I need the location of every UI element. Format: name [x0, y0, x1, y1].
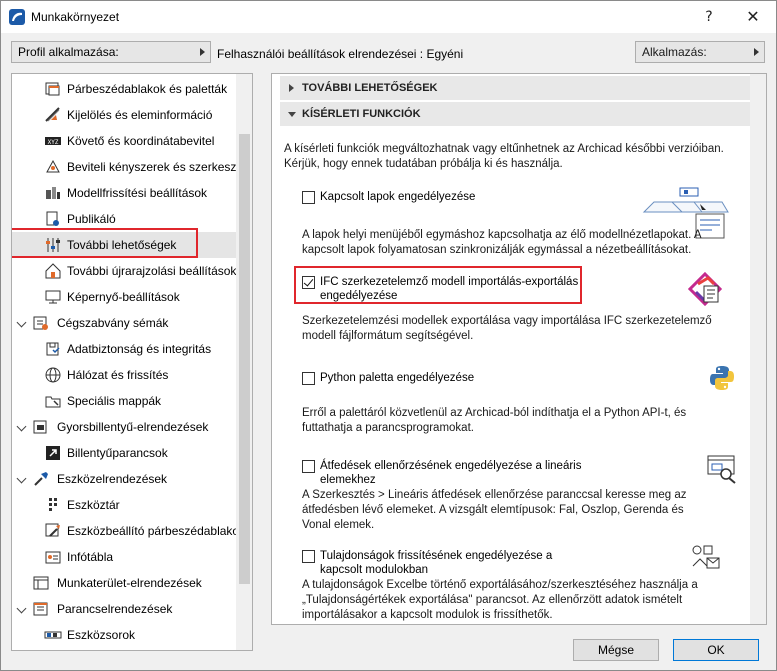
linked-tabs-description: A lapok helyi menüjéből egymáshoz kapcso…: [302, 229, 701, 256]
tree-item-special-folders[interactable]: Speciális mappák: [12, 388, 236, 414]
section-more-options-title: TOVÁBBI LEHETŐSÉGEK: [302, 82, 438, 94]
toolbars-icon: [44, 631, 62, 639]
tree-scrollbar-thumb[interactable]: [239, 134, 250, 584]
apply-label: Alkalmazás:: [642, 45, 707, 59]
tree-item-publisher[interactable]: Publikáló: [12, 206, 236, 232]
section-experimental-title: KÍSÉRLETI FUNKCIÓK: [302, 108, 421, 120]
tree-item-tracker[interactable]: XYZ Követő és koordinátabevitel: [12, 128, 236, 154]
model-update-icon: [46, 187, 60, 199]
svg-text:XYZ: XYZ: [48, 139, 59, 146]
overlap-check-description: A Szerkesztés > Lineáris átfedések ellen…: [302, 489, 687, 531]
cancel-button[interactable]: Mégse: [573, 639, 659, 661]
constraints-icon: [46, 159, 60, 173]
tree-item-data-safety[interactable]: Adatbiztonság és integritás: [12, 336, 236, 362]
property-update-description: A tulajdonságok Excelbe történő exportál…: [302, 579, 698, 621]
help-button[interactable]: ?: [689, 1, 729, 33]
apply-button[interactable]: Alkalmazás:: [635, 41, 765, 63]
ifc-structural-description: Szerkezetelemzési modellek exportálása v…: [302, 315, 712, 342]
chevron-down-icon[interactable]: [16, 421, 27, 432]
scheme-toolbar: Profil alkalmazása: Felhasználói beállít…: [1, 37, 776, 69]
keyboard-shortcuts-icon: [46, 446, 60, 460]
shortcut-schemes-icon: [33, 420, 47, 434]
ok-button[interactable]: OK: [673, 639, 759, 661]
chevron-down-icon[interactable]: [16, 473, 27, 484]
tree-item-workspace-schemes[interactable]: Munkaterület-elrendezések: [12, 570, 236, 596]
tree-scrollbar[interactable]: [236, 74, 252, 650]
tree-item-info-box[interactable]: Infótábla: [12, 544, 236, 570]
linked-tabs-checkbox[interactable]: [302, 191, 315, 204]
python-palette-checkbox[interactable]: [302, 372, 315, 385]
selection-icon: [45, 107, 60, 122]
tree-item-command-schemes[interactable]: Parancselrendezések: [12, 596, 236, 622]
screen-icon: [45, 290, 61, 304]
overlap-check-checkbox[interactable]: [302, 460, 315, 473]
tree-item-more-options[interactable]: További lehetőségek: [12, 232, 236, 258]
section-experimental[interactable]: KÍSÉRLETI FUNKCIÓK: [280, 102, 750, 126]
tree-item-toolbars[interactable]: Eszközsorok: [12, 622, 236, 648]
tree-item-dialogs[interactable]: Párbeszédablakok és paletták: [12, 76, 236, 102]
overlap-check-label: Átfedések ellenőrzésének engedélyezése a…: [320, 460, 582, 486]
workspace-schemes-icon: [33, 576, 49, 590]
property-update-label: Tulajdonságok frissítésének engedélyezés…: [320, 550, 553, 576]
tree-item-keyboard-shortcuts[interactable]: Billentyűparancsok: [12, 440, 236, 466]
tree-item-redraw[interactable]: További újrarajzolási beállítások: [12, 258, 236, 284]
ifc-structural-checkbox[interactable]: [302, 276, 315, 289]
chevron-right-icon: [200, 48, 205, 56]
tree-item-toolbox[interactable]: Eszköztár: [12, 492, 236, 518]
title-bar: Munkakörnyezet ? ✕: [1, 1, 776, 33]
chevron-right-icon: [289, 84, 294, 92]
tree-item-tool-settings[interactable]: Eszközbeállító párbeszédablakok: [12, 518, 236, 544]
chevron-down-icon[interactable]: [16, 603, 27, 614]
tree-item-screen[interactable]: Képernyő-beállítások: [12, 284, 236, 310]
tree-item-network[interactable]: Hálózat és frissítés: [12, 362, 236, 388]
close-button[interactable]: ✕: [733, 1, 773, 33]
section-more-options[interactable]: TOVÁBBI LEHETŐSÉGEK: [280, 76, 750, 100]
tree-item-shortcut-schemes[interactable]: Gyorsbillentyű-elrendezések: [12, 414, 236, 440]
special-folders-icon: [45, 396, 61, 408]
archicad-app-icon: [9, 9, 25, 25]
more-options-icon: [46, 238, 60, 252]
python-icon: [710, 366, 734, 390]
publisher-icon: [46, 211, 59, 226]
apply-profile-button[interactable]: Profil alkalmazása:: [11, 41, 211, 63]
toolbox-icon: [49, 498, 57, 511]
python-palette-description: Erről a palettáról közvetlenül az Archic…: [302, 407, 687, 434]
tool-schemes-icon: [34, 472, 48, 486]
ifc-icon: [688, 272, 722, 306]
tracker-icon: XYZ: [45, 137, 61, 146]
chevron-down-icon: [288, 112, 296, 117]
dialogs-icon: [45, 82, 60, 96]
property-update-icon: [692, 545, 720, 569]
tree-item-selection[interactable]: Kijelölés és eleminformáció: [12, 102, 236, 128]
tree-item-constraints[interactable]: Beviteli kényszerek és szerkesztővonalak: [12, 154, 236, 180]
experimental-intro-text: A kísérleti funkciók megváltozhatnak vag…: [284, 143, 724, 170]
chevron-right-icon: [754, 48, 759, 56]
tool-settings-icon: [45, 523, 60, 537]
settings-tree: Párbeszédablakok és paletták Kijelölés é…: [11, 73, 253, 651]
window-title: Munkakörnyezet: [31, 10, 120, 24]
company-standards-icon: [33, 316, 48, 330]
content-panel: TOVÁBBI LEHETŐSÉGEK KÍSÉRLETI FUNKCIÓK A…: [271, 73, 767, 625]
property-update-checkbox[interactable]: [302, 550, 315, 563]
python-palette-label: Python paletta engedélyezése: [320, 372, 475, 384]
work-environment-dialog: Munkakörnyezet ? ✕ Profil alkalmazása: F…: [0, 0, 777, 671]
content-scrollbar[interactable]: [750, 74, 766, 624]
network-icon: [45, 367, 61, 383]
overlap-check-icon: [707, 455, 736, 484]
apply-profile-label: Profil alkalmazása:: [18, 45, 119, 59]
data-safety-icon: [46, 342, 60, 356]
redraw-icon: [45, 263, 61, 279]
ifc-structural-label: IFC szerkezetelemző modell importálás-ex…: [320, 276, 579, 302]
tree-item-model-update[interactable]: Modellfrissítési beállítások: [12, 180, 236, 206]
tree-item-company-standards[interactable]: Cégszabvány sémák: [12, 310, 236, 336]
tree-item-tool-schemes[interactable]: Eszközelrendezések: [12, 466, 236, 492]
current-scheme-text: Felhasználói beállítások elrendezései : …: [217, 47, 464, 61]
chevron-down-icon[interactable]: [16, 317, 27, 328]
command-schemes-icon: [33, 602, 48, 616]
info-box-icon: [45, 551, 61, 564]
linked-tabs-label: Kapcsolt lapok engedélyezése: [320, 191, 476, 203]
